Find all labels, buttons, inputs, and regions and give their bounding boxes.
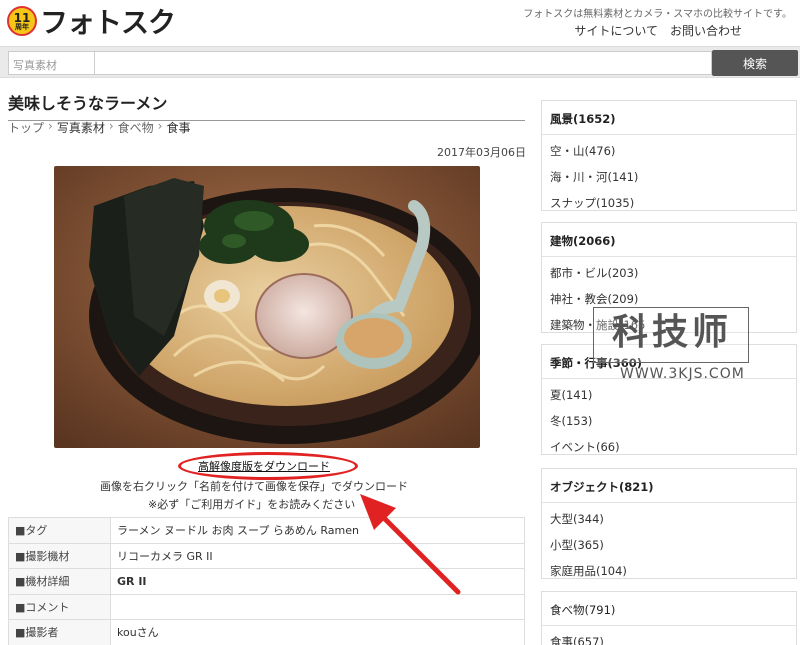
category-item[interactable]: 空・山(476) [542,137,796,163]
info-value[interactable]: kouさん [110,619,525,645]
category-title[interactable]: オブジェクト(821) [542,469,796,503]
site-logo[interactable]: 11 周年 フォトスク [7,4,176,39]
search-button[interactable]: 検索 [712,50,798,76]
usage-guide-note: ※必ず「ご利用ガイド」をお読みください [148,498,356,511]
anniversary-number: 11 [13,10,31,25]
breadcrumb-photos[interactable]: 写真素材 [57,119,105,136]
breadcrumb-meal[interactable]: 食事 [166,119,190,136]
post-date: 2017年03月06日 [437,146,526,159]
info-key: ■機材詳細 [8,568,111,595]
breadcrumb-separator: › [108,119,114,133]
search-category-select[interactable]: 写真素材 [8,51,95,75]
category-box-scenery: 風景(1652) 空・山(476) 海・川・河(141) スナップ(1035) [541,100,797,211]
logo-text: フォトスク [40,6,176,39]
table-row: ■撮影機材 リコーカメラ GR II [8,542,525,569]
category-item[interactable]: 海・川・河(141) [542,163,796,189]
nav-about[interactable]: サイトについて [574,22,658,39]
category-title[interactable]: 風景(1652) [542,101,796,135]
info-key: ■撮影者 [8,619,111,645]
info-key: ■タグ [8,517,111,544]
watermark-url: WWW.3KJS.COM [620,366,745,382]
category-title[interactable]: 食べ物(791) [542,592,796,626]
info-value[interactable]: GR II [110,568,525,595]
breadcrumb-food[interactable]: 食べ物 [118,119,154,136]
table-row: ■撮影者 kouさん [8,619,525,645]
breadcrumb-top[interactable]: トップ [8,119,44,136]
annotation-oval [178,452,358,480]
ramen-photo-image [54,166,480,448]
category-title[interactable]: 建物(2066) [542,223,796,257]
category-item[interactable]: イベント(66) [542,433,796,459]
site-tagline: フォトスクは無料素材とカメラ・スマホの比較サイトです。 [523,9,792,20]
download-area: 高解像度版をダウンロード [178,452,358,480]
anniversary-badge: 11 周年 [7,6,37,36]
table-row: ■コメント [8,593,525,620]
info-key: ■撮影機材 [8,542,111,569]
table-row: ■タグ ラーメン ヌードル お肉 スープ らあめん Ramen [8,517,525,544]
category-item[interactable]: 食事(657) [542,628,796,645]
breadcrumb-separator: › [157,119,163,133]
category-item[interactable]: 小型(365) [542,531,796,557]
info-value[interactable]: ラーメン ヌードル お肉 スープ らあめん Ramen [110,517,525,544]
photo-info-table: ■タグ ラーメン ヌードル お肉 スープ らあめん Ramen ■撮影機材 リコ… [8,517,525,645]
watermark-text: 科技师 [612,312,733,353]
category-item[interactable]: 大型(344) [542,505,796,531]
category-box-food: 食べ物(791) 食事(657) [541,591,797,645]
breadcrumb-separator: › [48,119,53,133]
info-key: ■コメント [8,593,111,620]
info-value [110,593,525,620]
ramen-photo[interactable] [54,166,480,448]
info-value[interactable]: リコーカメラ GR II [110,542,525,569]
category-item[interactable]: 夏(141) [542,381,796,407]
category-item[interactable]: スナップ(1035) [542,189,796,215]
category-box-objects: オブジェクト(821) 大型(344) 小型(365) 家庭用品(104) [541,468,797,579]
category-item[interactable]: 冬(153) [542,407,796,433]
search-input[interactable] [95,51,712,75]
category-item[interactable]: 家庭用品(104) [542,557,796,583]
nav-contact[interactable]: お問い合わせ [670,22,742,39]
breadcrumb: トップ › 写真素材 › 食べ物 › 食事 [8,119,191,136]
category-item[interactable]: 都市・ビル(203) [542,259,796,285]
page-title: 美味しそうなラーメン [8,90,525,121]
header-nav: サイトについて お問い合わせ [574,22,742,39]
search-bar: 写真素材 検索 [0,46,800,78]
site-header: 11 周年 フォトスク フォトスクは無料素材とカメラ・スマホの比較サイトです。 … [0,0,800,46]
download-instruction: 画像を右クリック「名前を付けて画像を保存」でダウンロード [100,480,408,493]
anniversary-sub: 周年 [15,22,29,31]
table-row: ■機材詳細 GR II [8,568,525,595]
